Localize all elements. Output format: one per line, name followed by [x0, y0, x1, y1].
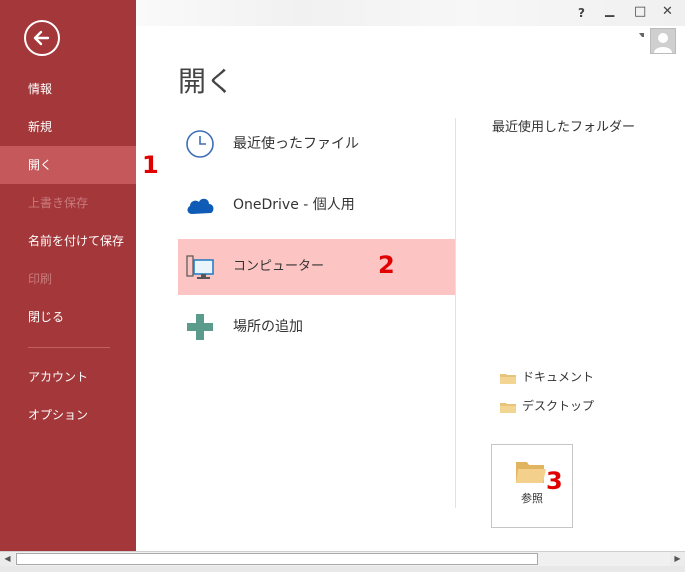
sidebar-divider	[28, 347, 110, 348]
sidebar-item-new[interactable]: 新規	[0, 108, 136, 146]
sidebar-item-save-as[interactable]: 名前を付けて保存	[0, 222, 136, 260]
clock-icon	[186, 130, 214, 158]
folder-open-icon	[516, 462, 546, 483]
step-annotation-1: 1	[142, 151, 159, 179]
back-button[interactable]	[24, 20, 60, 56]
computer-icon	[186, 255, 214, 279]
user-avatar[interactable]	[650, 28, 676, 54]
folder-desktop[interactable]: デスクトップ	[500, 397, 594, 415]
title-bar-banner	[136, 0, 685, 26]
recent-folders-heading: 最近使用したフォルダー	[492, 120, 636, 135]
person-icon	[654, 33, 672, 53]
place-label: 場所の追加	[233, 319, 303, 335]
place-add-location[interactable]: 場所の追加	[178, 299, 455, 355]
column-divider	[455, 118, 456, 508]
folder-label: デスクトップ	[522, 399, 595, 413]
page-title: 開く	[178, 65, 235, 98]
maximize-button[interactable]: □	[634, 5, 646, 19]
folder-icon	[500, 402, 516, 413]
sidebar-item-account[interactable]: アカウント	[0, 358, 136, 396]
account-dropdown-caret-icon[interactable]	[639, 33, 644, 38]
folder-icon	[500, 373, 516, 384]
plus-icon	[187, 314, 213, 340]
place-computer[interactable]: コンピューター	[178, 239, 455, 295]
scrollbar-thumb[interactable]	[16, 553, 538, 565]
backstage-sidebar: 情報 新規 開く 上書き保存 名前を付けて保存 印刷 閉じる アカウント オプシ…	[0, 0, 136, 551]
step-annotation-2: 2	[378, 251, 395, 279]
place-label: 最近使ったファイル	[233, 136, 359, 152]
place-label: コンピューター	[233, 259, 325, 274]
scroll-right-icon[interactable]: ▶	[670, 552, 685, 566]
sidebar-item-info[interactable]: 情報	[0, 70, 136, 108]
place-label: OneDrive - 個人用	[233, 197, 355, 213]
folder-documents[interactable]: ドキュメント	[500, 368, 594, 386]
horizontal-scrollbar[interactable]: ◀ ▶	[0, 551, 685, 566]
sidebar-item-close[interactable]: 閉じる	[0, 298, 136, 336]
help-button[interactable]: ?	[578, 6, 585, 20]
scroll-left-icon[interactable]: ◀	[0, 552, 15, 566]
sidebar-item-save: 上書き保存	[28, 196, 89, 210]
cloud-icon	[187, 198, 214, 214]
minimize-button[interactable]: ▁	[605, 3, 614, 17]
place-recent-files[interactable]: 最近使ったファイル	[178, 116, 455, 172]
step-annotation-3: 3	[546, 467, 563, 495]
sidebar-item-print: 印刷	[28, 272, 53, 286]
back-arrow-icon	[33, 30, 50, 46]
bottom-edge	[0, 566, 685, 572]
folder-label: ドキュメント	[522, 370, 595, 384]
close-window-button[interactable]: ✕	[662, 5, 673, 19]
sidebar-item-options[interactable]: オプション	[0, 396, 136, 434]
sidebar-item-open[interactable]: 開く	[0, 146, 136, 184]
place-onedrive[interactable]: OneDrive - 個人用	[178, 177, 455, 233]
